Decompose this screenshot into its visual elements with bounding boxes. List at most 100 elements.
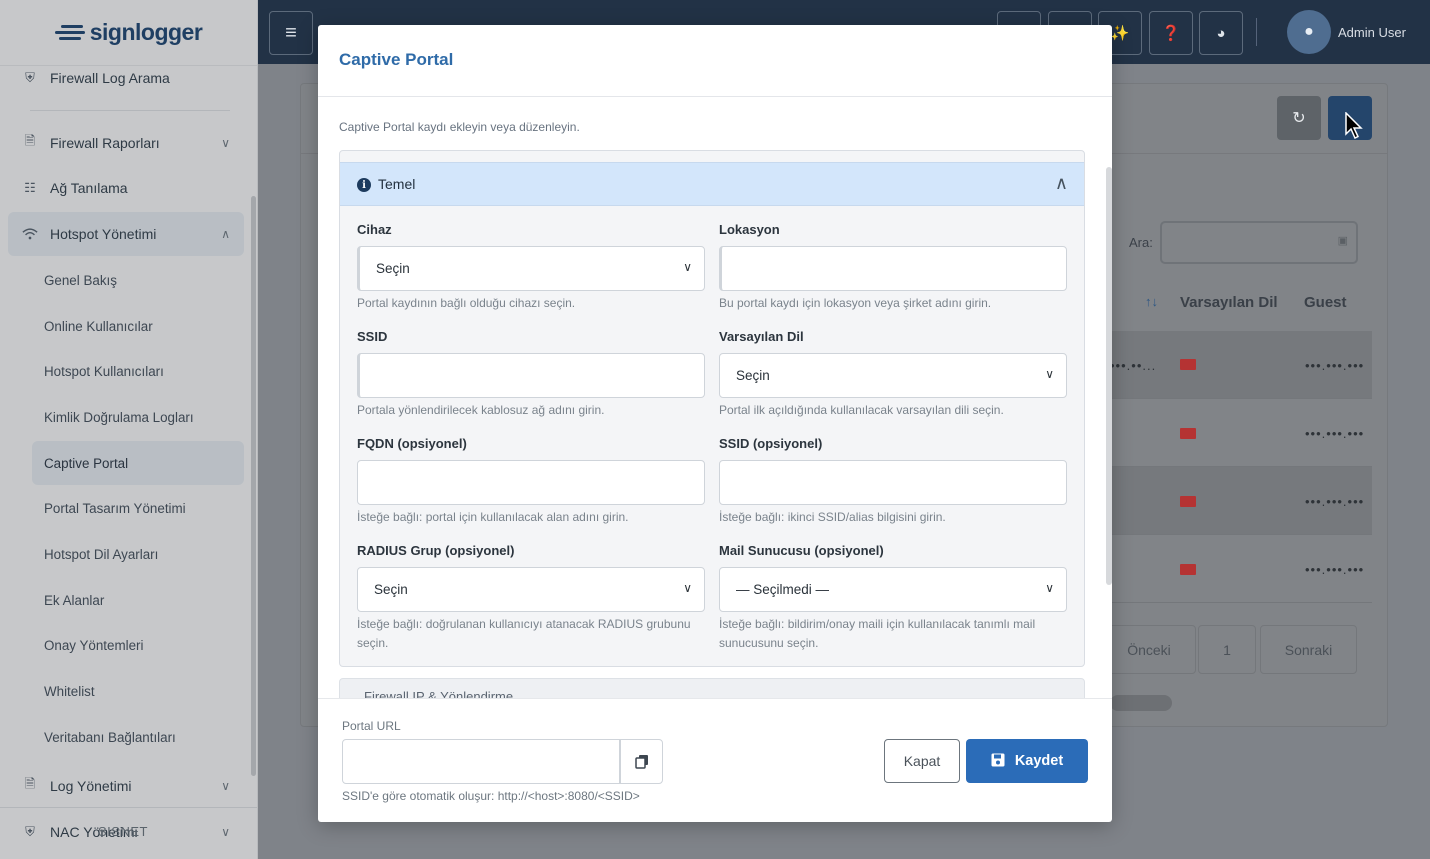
flag-tr-icon <box>1180 359 1196 370</box>
accordion-title: Firewall IP & Yönlendirme <box>364 689 514 698</box>
hamburger-icon: ≡ <box>285 21 297 44</box>
sidebar-item-label: Ağ Tanılama <box>50 180 128 196</box>
flag-tr-icon <box>1180 564 1196 575</box>
sidebar-item-ag-tanilama[interactable]: ☷ Ağ Tanılama <box>8 166 244 210</box>
modal-body: Captive Portal kaydı ekleyin veya düzenl… <box>318 97 1112 698</box>
masked-cell: •••.•••.••• <box>1305 494 1365 509</box>
lokasyon-label: Lokasyon <box>719 222 780 237</box>
copy-url-button[interactable] <box>620 739 663 784</box>
radius-grup-select-value: Seçin <box>374 582 408 597</box>
search-icon: ▣ <box>1337 235 1348 247</box>
sidebar-subitem-portal-tasarim[interactable]: Portal Tasarım Yönetimi <box>32 486 244 530</box>
save-icon <box>991 753 1005 770</box>
chevron-up-icon: ∧ <box>1054 173 1068 193</box>
chevron-down-icon: ∨ <box>683 260 692 274</box>
theme-button[interactable]: ◕ <box>1199 11 1243 55</box>
sidebar-subitem-whitelist[interactable]: Whitelist <box>32 669 244 713</box>
modal-title: Captive Portal <box>339 50 454 69</box>
menu-toggle-button[interactable]: ≡ <box>269 11 313 55</box>
sidebar-subitem-genel-bakis[interactable]: Genel Bakış <box>32 258 244 302</box>
ssid-opsiyonel-help: İsteğe bağlı: ikinci SSID/alias bilgisin… <box>719 510 946 524</box>
masked-cell: •••.•••.••• <box>1305 562 1365 577</box>
lokasyon-help: Bu portal kaydı için lokasyon veya şirke… <box>719 296 992 310</box>
save-button[interactable]: Kaydet <box>966 739 1088 783</box>
magic-wand-icon: ✨ <box>1110 25 1130 42</box>
lokasyon-input[interactable] <box>719 246 1067 291</box>
portal-url-help: SSID'e göre otomatik oluşur: http://<hos… <box>342 789 640 803</box>
sidebar-subitem-online-kullanicilar[interactable]: Online Kullanıcılar <box>32 304 244 348</box>
table-row[interactable]: •••.•••.••• <box>1110 399 1372 467</box>
footer-brand: SISNET <box>98 824 148 839</box>
chevron-down-icon: ∨ <box>1045 581 1054 595</box>
shield-icon: ⛨ <box>25 824 35 839</box>
file-icon: 🗎 <box>24 776 36 791</box>
help-button[interactable]: ❓ <box>1149 11 1193 55</box>
refresh-button[interactable]: ↻ <box>1277 96 1321 140</box>
prev-page-button[interactable]: Önceki <box>1102 625 1196 674</box>
sidebar-subitem-onay-yontemleri[interactable]: Onay Yöntemleri <box>32 623 244 667</box>
chevron-down-icon: ∨ <box>683 581 692 595</box>
avatar[interactable]: ● <box>1287 10 1331 54</box>
next-page-button[interactable]: Sonraki <box>1260 625 1357 674</box>
sidebar-subitem-hotspot-kullanicilari[interactable]: Hotspot Kullanıcıları <box>32 349 244 393</box>
fqdn-input[interactable] <box>357 460 705 505</box>
sidebar-subitem-veritabani-baglantilari[interactable]: Veritabanı Bağlantıları <box>32 715 244 759</box>
sidebar-item-firewall-raporlari[interactable]: 🗎 Firewall Raporları ∨ <box>8 121 244 165</box>
chevron-down-icon: ∨ <box>221 779 230 793</box>
fqdn-help: İsteğe bağlı: portal için kullanılacak a… <box>357 510 629 524</box>
ssid-help: Portala yönlendirilecek kablosuz ağ adın… <box>357 403 605 417</box>
accordion-firewall-ip[interactable]: Firewall IP & Yönlendirme <box>339 678 1085 698</box>
wifi-icon <box>22 226 38 242</box>
search-input[interactable]: ▣ <box>1160 221 1358 264</box>
varsayilan-dil-help: Portal ilk açıldığında kullanılacak vars… <box>719 403 1004 417</box>
cihaz-select-value: Seçin <box>376 261 410 276</box>
fqdn-label: FQDN (opsiyonel) <box>357 436 467 451</box>
accordion-temel: i Temel ∧ Cihaz Seçin ∨ Portal kaydının … <box>339 150 1085 667</box>
portal-url-input[interactable] <box>342 739 620 784</box>
sidebar: signlogger ⛨ Firewall Log Arama 🗎 Firewa… <box>0 0 258 859</box>
table-row[interactable]: •••.•••.••• <box>1110 535 1372 603</box>
table-row[interactable]: •••.•••.••• <box>1110 467 1372 535</box>
sort-icon[interactable]: ↑↓ <box>1145 294 1158 309</box>
radius-grup-help: İsteğe bağlı: doğrulanan kullanıcıyı ata… <box>357 617 691 650</box>
sidebar-subitem-kimlik-dogrulama-loglari[interactable]: Kimlik Doğrulama Logları <box>32 395 244 439</box>
accordion-header-temel[interactable]: i Temel ∧ <box>340 162 1084 206</box>
cihaz-select[interactable]: Seçin ∨ <box>357 246 705 291</box>
mail-sunucusu-select-value: — Seçilmedi — <box>736 582 830 597</box>
palette-icon: ◕ <box>1216 24 1226 42</box>
table-horizontal-scrollbar[interactable] <box>1110 695 1172 711</box>
ssid-input[interactable] <box>357 353 705 398</box>
sidebar-footer-divider <box>0 807 257 808</box>
modal-scrollbar[interactable] <box>1106 167 1112 585</box>
sidebar-subitem-hotspot-dil-ayarlari[interactable]: Hotspot Dil Ayarları <box>32 532 244 576</box>
cihaz-help: Portal kaydının bağlı olduğu cihazı seçi… <box>357 296 576 310</box>
varsayilan-dil-select[interactable]: Seçin ∨ <box>719 353 1067 398</box>
column-header-guest[interactable]: Guest <box>1304 294 1347 311</box>
mail-sunucusu-select[interactable]: — Seçilmedi — ∨ <box>719 567 1067 612</box>
close-button[interactable]: Kapat <box>884 739 960 783</box>
sidebar-divider <box>30 110 230 111</box>
page-number-button[interactable]: 1 <box>1198 625 1256 674</box>
masked-cell: •••.•••.••• <box>1305 358 1365 373</box>
ssid-opsiyonel-input[interactable] <box>719 460 1067 505</box>
user-icon: ● <box>1304 23 1314 40</box>
user-name[interactable]: Admin User <box>1338 25 1406 40</box>
column-header-varsayilan-dil[interactable]: Varsayılan Dil <box>1180 294 1278 311</box>
cihaz-label: Cihaz <box>357 222 392 237</box>
ssid-opsiyonel-label: SSID (opsiyonel) <box>719 436 823 451</box>
sidebar-scrollbar[interactable] <box>251 196 256 776</box>
radius-grup-select[interactable]: Seçin ∨ <box>357 567 705 612</box>
sidebar-subitem-captive-portal[interactable]: Captive Portal <box>32 441 244 485</box>
table-row[interactable]: •••.••... •••.•••.••• <box>1110 331 1372 399</box>
chevron-down-icon: ∨ <box>221 825 230 839</box>
info-icon: i <box>357 178 371 192</box>
portal-url-label: Portal URL <box>342 719 401 733</box>
mail-sunucusu-help: İsteğe bağlı: bildirim/onay maili için k… <box>719 617 1036 650</box>
sidebar-item-log-yonetimi[interactable]: 🗎 Log Yönetimi ∨ <box>8 764 244 808</box>
ssid-label: SSID <box>357 329 388 344</box>
sidebar-subitem-ek-alanlar[interactable]: Ek Alanlar <box>32 578 244 622</box>
sidebar-item-label: Log Yönetimi <box>50 778 132 794</box>
sidebar-item-firewall-log-arama[interactable]: ⛨ Firewall Log Arama <box>8 56 244 100</box>
refresh-icon: ↻ <box>1292 110 1306 127</box>
sidebar-item-hotspot-yonetimi[interactable]: Hotspot Yönetimi ∧ <box>8 212 244 256</box>
